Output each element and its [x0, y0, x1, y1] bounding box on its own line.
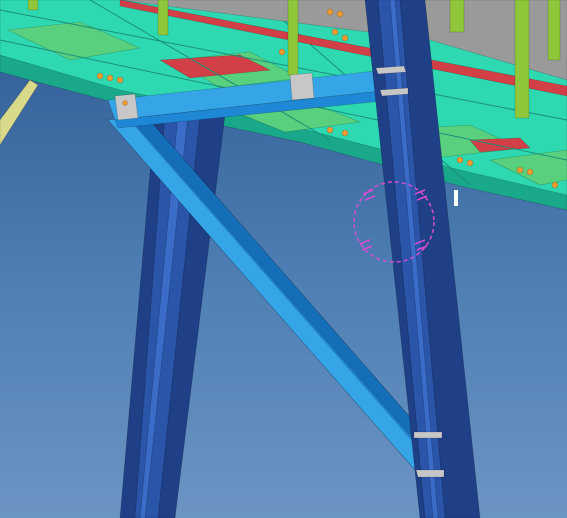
- node-marker[interactable]: [454, 190, 458, 206]
- model-canvas[interactable]: [0, 0, 567, 518]
- model-viewport[interactable]: [0, 0, 567, 518]
